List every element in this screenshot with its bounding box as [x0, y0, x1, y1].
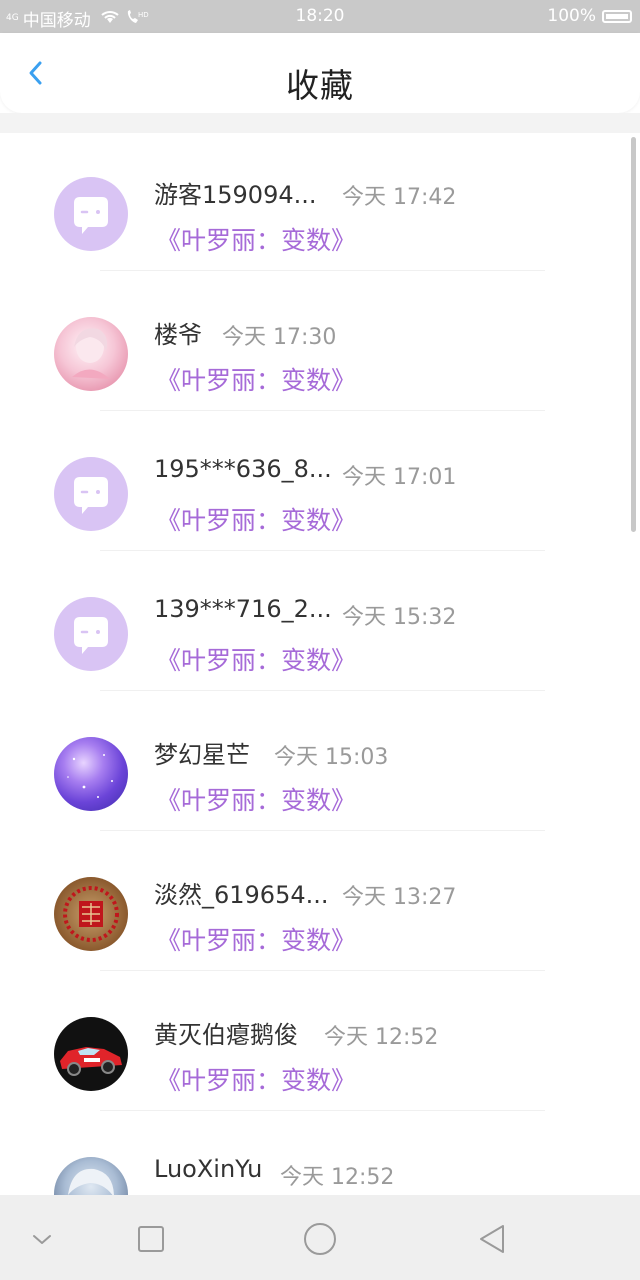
favorite-time: 今天 17:01 [342, 465, 457, 490]
book-title-link[interactable]: 《叶罗丽：变数》 [156, 641, 356, 677]
user-name[interactable]: 139***716_2... [154, 595, 332, 623]
status-bar: 4G 中国移动 HD 18:20 100% [0, 0, 640, 33]
battery-percent: 100% [547, 6, 596, 26]
row-divider [100, 550, 545, 551]
favorite-time: 今天 15:32 [342, 605, 457, 630]
circle-icon [304, 1223, 336, 1255]
scrollbar[interactable] [631, 137, 636, 532]
page-title: 收藏 [286, 66, 354, 105]
home-button[interactable] [298, 1217, 342, 1261]
anime-boy-avatar[interactable] [54, 1157, 128, 1195]
user-name[interactable]: 195***636_8... [154, 455, 332, 483]
favorite-time: 今天 13:27 [342, 885, 457, 910]
favorite-row[interactable]: 梦幻星芒 今天 15:03 《叶罗丽：变数》 [0, 693, 620, 833]
paper-cut-avatar[interactable] [54, 877, 128, 951]
square-icon [138, 1226, 164, 1252]
row-divider [100, 410, 545, 411]
system-nav-bar [0, 1195, 640, 1280]
status-time: 18:20 [295, 6, 345, 26]
collapse-button[interactable] [20, 1217, 64, 1261]
anime-girl-avatar[interactable] [54, 317, 128, 391]
back-nav-button[interactable] [470, 1217, 514, 1261]
favorite-row[interactable]: 139***716_2... 今天 15:32 《叶罗丽：变数》 [0, 553, 620, 693]
row-divider [100, 1110, 545, 1111]
row-divider [100, 970, 545, 971]
default-avatar-icon[interactable] [54, 597, 128, 671]
favorite-row[interactable]: 黄灭伯瘪鹅俊 今天 12:52 《叶罗丽：变数》 [0, 973, 620, 1113]
favorite-time: 今天 17:30 [222, 325, 337, 350]
recent-apps-button[interactable] [129, 1217, 173, 1261]
row-divider [100, 690, 545, 691]
battery-icon [602, 9, 632, 23]
favorite-time: 今天 12:52 [324, 1025, 439, 1050]
status-right: 100% [547, 6, 632, 26]
book-title-link[interactable]: 《叶罗丽：变数》 [156, 501, 356, 537]
galaxy-avatar[interactable] [54, 737, 128, 811]
default-avatar-icon[interactable] [54, 177, 128, 251]
user-name[interactable]: 楼爷 [154, 315, 202, 350]
triangle-back-icon [480, 1225, 504, 1253]
chevron-down-icon [33, 1235, 51, 1244]
user-name[interactable]: 游客159094... [154, 175, 317, 210]
favorite-row[interactable]: 楼爷 今天 17:30 《叶罗丽：变数》 [0, 273, 620, 413]
screen: 4G 中国移动 HD 18:20 100% 收藏 游客159094... 今天 … [0, 0, 640, 1280]
row-divider [100, 830, 545, 831]
user-name[interactable]: 梦幻星芒 [154, 735, 250, 770]
header: 收藏 [0, 33, 640, 113]
default-avatar-icon[interactable] [54, 457, 128, 531]
book-title-link[interactable]: 《叶罗丽：变数》 [156, 221, 356, 257]
book-title-link[interactable]: 《叶罗丽：变数》 [156, 1061, 356, 1097]
favorite-row[interactable]: 游客159094... 今天 17:42 《叶罗丽：变数》 [0, 133, 620, 273]
favorites-list[interactable]: 游客159094... 今天 17:42 《叶罗丽：变数》 楼爷 今天 17:3… [0, 133, 640, 1195]
race-car-avatar[interactable] [54, 1017, 128, 1091]
book-title-link[interactable]: 《叶罗丽：变数》 [156, 361, 356, 397]
user-name[interactable]: 黄灭伯瘪鹅俊 [154, 1015, 298, 1050]
favorite-time: 今天 12:52 [280, 1165, 395, 1190]
row-divider [100, 270, 545, 271]
book-title-link[interactable]: 《叶罗丽：变数》 [156, 781, 356, 817]
user-name[interactable]: LuoXinYu [154, 1155, 262, 1183]
header-gap [0, 113, 640, 133]
user-name[interactable]: 淡然_619654... [154, 875, 329, 910]
favorite-row[interactable]: 195***636_8... 今天 17:01 《叶罗丽：变数》 [0, 413, 620, 553]
book-title-link[interactable]: 《叶罗丽：变数》 [156, 921, 356, 957]
favorite-time: 今天 15:03 [274, 745, 389, 770]
favorite-time: 今天 17:42 [342, 185, 457, 210]
favorite-row[interactable]: LuoXinYu 今天 12:52 [0, 1113, 620, 1195]
favorite-row[interactable]: 淡然_619654... 今天 13:27 《叶罗丽：变数》 [0, 833, 620, 973]
